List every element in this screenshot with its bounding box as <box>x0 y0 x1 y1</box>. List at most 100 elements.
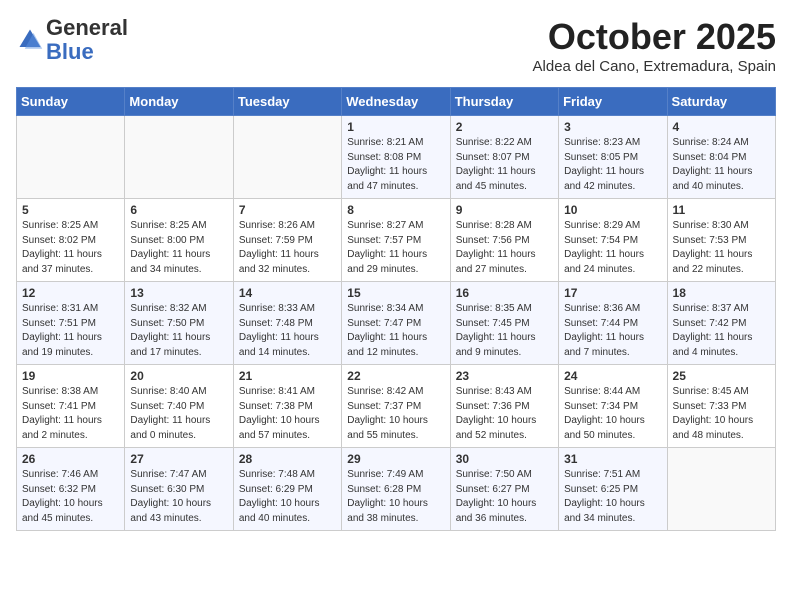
day-number: 11 <box>673 203 770 217</box>
day-info: Sunrise: 8:43 AMSunset: 7:36 PMDaylight:… <box>456 385 553 443</box>
day-number: 7 <box>239 203 336 217</box>
day-info: Sunrise: 8:25 AMSunset: 8:00 PMDaylight:… <box>130 219 227 277</box>
calendar-cell: 7 Sunrise: 8:26 AMSunset: 7:59 PMDaylight… <box>233 199 341 282</box>
day-info: Sunrise: 8:33 AMSunset: 7:48 PMDaylight:… <box>239 302 336 360</box>
day-info: Sunrise: 7:47 AMSunset: 6:30 PMDaylight:… <box>130 468 227 526</box>
day-number: 18 <box>673 286 770 300</box>
calendar-cell: 1 Sunrise: 8:21 AMSunset: 8:08 PMDaylight… <box>342 116 450 199</box>
calendar-week-row: 1 Sunrise: 8:21 AMSunset: 8:08 PMDaylight… <box>17 116 776 199</box>
logo-general-text: General <box>46 15 128 40</box>
day-info: Sunrise: 8:45 AMSunset: 7:33 PMDaylight:… <box>673 385 770 443</box>
day-info: Sunrise: 7:48 AMSunset: 6:29 PMDaylight:… <box>239 468 336 526</box>
day-number: 28 <box>239 452 336 466</box>
calendar-cell: 12 Sunrise: 8:31 AMSunset: 7:51 PMDayligh… <box>17 282 125 365</box>
day-number: 31 <box>564 452 661 466</box>
calendar-cell: 26Sunrise: 7:46 AMSunset: 6:32 PMDayligh… <box>17 448 125 531</box>
day-info: Sunrise: 7:50 AMSunset: 6:27 PMDaylight:… <box>456 468 553 526</box>
calendar-cell: 25 Sunrise: 8:45 AMSunset: 7:33 PMDayligh… <box>667 365 775 448</box>
calendar-cell <box>125 116 233 199</box>
logo-blue-text: Blue <box>46 39 94 64</box>
day-info: Sunrise: 8:29 AMSunset: 7:54 PMDaylight:… <box>564 219 661 277</box>
day-number: 5 <box>22 203 119 217</box>
day-number: 10 <box>564 203 661 217</box>
day-number: 30 <box>456 452 553 466</box>
day-info: Sunrise: 7:51 AMSunset: 6:25 PMDaylight:… <box>564 468 661 526</box>
day-number: 2 <box>456 120 553 134</box>
calendar-cell: 31 Sunrise: 7:51 AMSunset: 6:25 PMDayligh… <box>559 448 667 531</box>
calendar-cell <box>667 448 775 531</box>
calendar-week-row: 19Sunrise: 8:38 AMSunset: 7:41 PMDayligh… <box>17 365 776 448</box>
day-number: 3 <box>564 120 661 134</box>
calendar-cell: 5 Sunrise: 8:25 AMSunset: 8:02 PMDaylight… <box>17 199 125 282</box>
day-number: 24 <box>564 369 661 383</box>
weekday-header: Friday <box>559 88 667 116</box>
calendar-body: 1 Sunrise: 8:21 AMSunset: 8:08 PMDaylight… <box>17 116 776 531</box>
calendar-cell: 10 Sunrise: 8:29 AMSunset: 7:54 PMDayligh… <box>559 199 667 282</box>
calendar-cell: 13 Sunrise: 8:32 AMSunset: 7:50 PMDayligh… <box>125 282 233 365</box>
day-info: Sunrise: 8:38 AMSunset: 7:41 PMDaylight:… <box>22 385 119 443</box>
weekday-header: Sunday <box>17 88 125 116</box>
day-info: Sunrise: 8:30 AMSunset: 7:53 PMDaylight:… <box>673 219 770 277</box>
calendar-cell: 28 Sunrise: 7:48 AMSunset: 6:29 PMDayligh… <box>233 448 341 531</box>
calendar-cell: 21 Sunrise: 8:41 AMSunset: 7:38 PMDayligh… <box>233 365 341 448</box>
calendar-cell: 6Sunrise: 8:25 AMSunset: 8:00 PMDaylight… <box>125 199 233 282</box>
calendar-cell: 24Sunrise: 8:44 AMSunset: 7:34 PMDayligh… <box>559 365 667 448</box>
weekday-header: Monday <box>125 88 233 116</box>
day-info: Sunrise: 8:21 AMSunset: 8:08 PMDaylight:… <box>347 136 444 194</box>
day-number: 16 <box>456 286 553 300</box>
calendar-week-row: 26Sunrise: 7:46 AMSunset: 6:32 PMDayligh… <box>17 448 776 531</box>
calendar-cell: 3Sunrise: 8:23 AMSunset: 8:05 PMDaylight… <box>559 116 667 199</box>
day-number: 13 <box>130 286 227 300</box>
calendar-cell: 8 Sunrise: 8:27 AMSunset: 7:57 PMDaylight… <box>342 199 450 282</box>
day-info: Sunrise: 8:40 AMSunset: 7:40 PMDaylight:… <box>130 385 227 443</box>
calendar-cell: 23Sunrise: 8:43 AMSunset: 7:36 PMDayligh… <box>450 365 558 448</box>
day-number: 25 <box>673 369 770 383</box>
day-info: Sunrise: 8:26 AMSunset: 7:59 PMDaylight:… <box>239 219 336 277</box>
day-info: Sunrise: 8:25 AMSunset: 8:02 PMDaylight:… <box>22 219 119 277</box>
calendar-cell: 17Sunrise: 8:36 AMSunset: 7:44 PMDayligh… <box>559 282 667 365</box>
calendar-table: SundayMondayTuesdayWednesdayThursdayFrid… <box>16 87 776 531</box>
calendar-week-row: 12 Sunrise: 8:31 AMSunset: 7:51 PMDayligh… <box>17 282 776 365</box>
weekday-header: Wednesday <box>342 88 450 116</box>
calendar-cell <box>233 116 341 199</box>
calendar-cell: 2Sunrise: 8:22 AMSunset: 8:07 PMDaylight… <box>450 116 558 199</box>
day-number: 26 <box>22 452 119 466</box>
calendar-cell <box>17 116 125 199</box>
day-number: 1 <box>347 120 444 134</box>
page-header: General Blue October 2025 Aldea del Cano… <box>16 16 776 75</box>
day-info: Sunrise: 8:34 AMSunset: 7:47 PMDaylight:… <box>347 302 444 360</box>
calendar-cell: 14 Sunrise: 8:33 AMSunset: 7:48 PMDayligh… <box>233 282 341 365</box>
day-number: 14 <box>239 286 336 300</box>
day-number: 20 <box>130 369 227 383</box>
calendar-week-row: 5 Sunrise: 8:25 AMSunset: 8:02 PMDaylight… <box>17 199 776 282</box>
day-info: Sunrise: 8:32 AMSunset: 7:50 PMDaylight:… <box>130 302 227 360</box>
weekday-header-row: SundayMondayTuesdayWednesdayThursdayFrid… <box>17 88 776 116</box>
calendar-cell: 4 Sunrise: 8:24 AMSunset: 8:04 PMDaylight… <box>667 116 775 199</box>
day-number: 9 <box>456 203 553 217</box>
weekday-header: Thursday <box>450 88 558 116</box>
title-block: October 2025 Aldea del Cano, Extremadura… <box>533 16 776 75</box>
logo: General Blue <box>16 16 128 64</box>
calendar-cell: 11 Sunrise: 8:30 AMSunset: 7:53 PMDayligh… <box>667 199 775 282</box>
weekday-header: Tuesday <box>233 88 341 116</box>
day-info: Sunrise: 8:42 AMSunset: 7:37 PMDaylight:… <box>347 385 444 443</box>
day-number: 29 <box>347 452 444 466</box>
day-number: 4 <box>673 120 770 134</box>
calendar-cell: 19Sunrise: 8:38 AMSunset: 7:41 PMDayligh… <box>17 365 125 448</box>
day-number: 21 <box>239 369 336 383</box>
day-number: 12 <box>22 286 119 300</box>
calendar-cell: 30 Sunrise: 7:50 AMSunset: 6:27 PMDayligh… <box>450 448 558 531</box>
day-info: Sunrise: 8:37 AMSunset: 7:42 PMDaylight:… <box>673 302 770 360</box>
day-info: Sunrise: 8:28 AMSunset: 7:56 PMDaylight:… <box>456 219 553 277</box>
day-info: Sunrise: 8:24 AMSunset: 8:04 PMDaylight:… <box>673 136 770 194</box>
day-info: Sunrise: 8:41 AMSunset: 7:38 PMDaylight:… <box>239 385 336 443</box>
calendar-cell: 15Sunrise: 8:34 AMSunset: 7:47 PMDayligh… <box>342 282 450 365</box>
day-number: 8 <box>347 203 444 217</box>
month-title: October 2025 <box>533 16 776 58</box>
day-info: Sunrise: 8:27 AMSunset: 7:57 PMDaylight:… <box>347 219 444 277</box>
day-info: Sunrise: 7:49 AMSunset: 6:28 PMDaylight:… <box>347 468 444 526</box>
day-info: Sunrise: 8:31 AMSunset: 7:51 PMDaylight:… <box>22 302 119 360</box>
calendar-cell: 20 Sunrise: 8:40 AMSunset: 7:40 PMDayligh… <box>125 365 233 448</box>
day-number: 17 <box>564 286 661 300</box>
logo-icon <box>16 26 44 54</box>
